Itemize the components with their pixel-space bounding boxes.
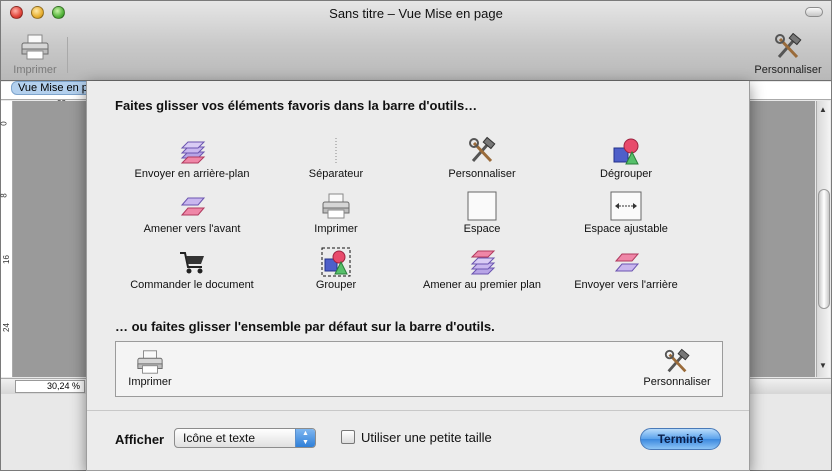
ungroup-icon: [613, 138, 639, 165]
palette-item-send-to-back[interactable]: Envoyer en arrière-plan: [117, 136, 267, 180]
small-size-label[interactable]: Utiliser une petite taille: [361, 430, 492, 445]
send-to-back-icon: [180, 141, 206, 164]
palette-item-label: Imprimer: [314, 223, 358, 235]
send-backward-icon: [614, 253, 640, 272]
bring-forward-icon: [180, 197, 206, 216]
vertical-scrollbar[interactable]: ▲ ▼: [816, 101, 830, 377]
customize-tools-icon: [469, 136, 496, 163]
customize-toolbar-sheet: Faites glisser vos éléments favoris dans…: [86, 81, 750, 471]
palette-item-send-backward[interactable]: Envoyer vers l'arrière: [551, 247, 701, 291]
show-label: Afficher: [115, 432, 165, 447]
toolbar-customize-button[interactable]: Personnaliser: [745, 32, 831, 76]
palette-item-bring-forward[interactable]: Amener vers l'avant: [117, 191, 267, 235]
palette-item-label: Envoyer en arrière-plan: [134, 168, 250, 180]
scroll-thumb[interactable]: [818, 189, 830, 309]
palette-item-label: Commander le document: [130, 279, 254, 291]
palette-item-label: Amener au premier plan: [422, 279, 541, 291]
customize-tools-icon: [775, 32, 802, 59]
space-icon: [467, 191, 497, 221]
scroll-up-icon[interactable]: ▲: [819, 105, 827, 114]
default-set-customize-label: Personnaliser: [643, 376, 711, 388]
ruler-label: 8: [0, 193, 9, 198]
bring-to-front-icon: [470, 250, 496, 275]
palette-item-print[interactable]: Imprimer: [261, 191, 411, 235]
group-icon: [321, 247, 351, 277]
zoom-field[interactable]: 30,24 %: [15, 380, 85, 393]
palette-item-label: Envoyer vers l'arrière: [574, 279, 678, 291]
show-mode-select[interactable]: Icône et texte ▲ ▼: [174, 428, 316, 448]
scroll-down-icon[interactable]: ▼: [819, 361, 827, 370]
palette-item-label: Espace: [463, 223, 501, 235]
toolbar-toggle-button[interactable]: [805, 7, 823, 17]
flexible-space-icon: [610, 191, 642, 221]
toolbar-separator: [67, 37, 68, 73]
title-bar: Sans titre – Vue Mise en page Imprimer P…: [1, 1, 831, 81]
printer-icon: [21, 34, 49, 60]
popup-arrows-icon: ▲ ▼: [295, 429, 315, 447]
toolbar-print-label: Imprimer: [13, 64, 57, 76]
app-window: Sans titre – Vue Mise en page Imprimer P…: [0, 0, 832, 471]
printer-icon: [137, 350, 163, 374]
default-set-print: Imprimer: [120, 348, 180, 388]
palette-item-bring-to-front[interactable]: Amener au premier plan: [407, 247, 557, 291]
sheet-heading: Faites glisser vos éléments favoris dans…: [115, 98, 478, 113]
separator-icon: [335, 138, 337, 164]
palette-item-ungroup[interactable]: Dégrouper: [551, 136, 701, 180]
palette-item-group[interactable]: Grouper: [261, 247, 411, 291]
ruler-label: 0: [0, 121, 9, 126]
palette-item-label: Personnaliser: [448, 168, 516, 180]
toolbar-customize-label: Personnaliser: [754, 64, 822, 76]
palette-item-label: Dégrouper: [600, 168, 652, 180]
palette-item-flexible-space[interactable]: Espace ajustable: [551, 191, 701, 235]
shopping-cart-icon: [180, 252, 204, 274]
done-button[interactable]: Terminé: [640, 428, 721, 450]
customize-tools-icon: [664, 348, 690, 373]
default-set-customize: Personnaliser: [634, 348, 720, 388]
ruler-label: 16: [1, 255, 11, 264]
window-title: Sans titre – Vue Mise en page: [329, 6, 503, 21]
palette-item-separator[interactable]: Séparateur: [261, 136, 411, 180]
printer-icon: [322, 193, 350, 219]
show-mode-value: Icône et texte: [183, 431, 256, 445]
palette-item-order-document[interactable]: Commander le document: [117, 247, 267, 291]
small-size-checkbox[interactable]: [341, 430, 355, 444]
ruler-label: 24: [1, 323, 11, 332]
vertical-ruler: 0 8 16 24: [0, 101, 13, 377]
palette-item-label: Grouper: [315, 279, 357, 291]
palette-item-space[interactable]: Espace: [407, 191, 557, 235]
palette-item-label: Amener vers l'avant: [143, 223, 241, 235]
toolbar-print-button[interactable]: Imprimer: [5, 33, 65, 76]
default-toolbar-set[interactable]: Imprimer Personnaliser: [115, 341, 723, 397]
palette-item-label: Séparateur: [308, 168, 364, 180]
default-set-print-label: Imprimer: [128, 376, 172, 388]
palette-item-customize[interactable]: Personnaliser: [407, 136, 557, 180]
sheet-divider: [87, 410, 749, 411]
palette-item-label: Espace ajustable: [584, 223, 668, 235]
default-set-heading: … ou faites glisser l'ensemble par défau…: [115, 319, 495, 334]
